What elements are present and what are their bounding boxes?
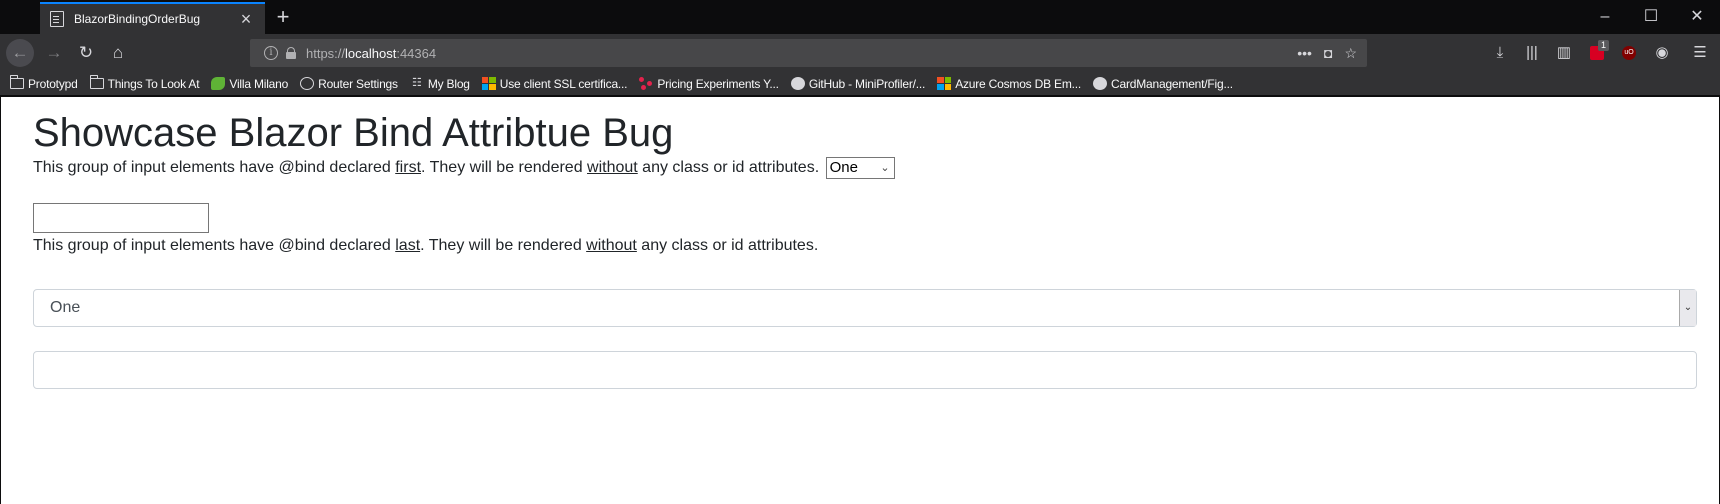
folder-icon xyxy=(10,75,24,89)
bookmarks-toolbar: Prototypd Things To Look At Villa Milano… xyxy=(0,72,1720,96)
page-actions-icon[interactable]: ••• xyxy=(1297,45,1312,61)
downloads-icon[interactable]: ⤓ xyxy=(1490,43,1510,63)
bookmark-label: GitHub - MiniProfiler/... xyxy=(808,76,926,91)
bookmark-item[interactable]: Azure Cosmos DB Em... xyxy=(937,77,1081,91)
leaf-icon xyxy=(211,77,226,90)
bookmark-label: CardManagement/Fig... xyxy=(1111,76,1233,91)
minimize-icon[interactable]: – xyxy=(1582,4,1628,30)
bookmark-label: Router Settings xyxy=(318,76,398,91)
reload-icon[interactable]: ↻ xyxy=(72,39,100,67)
extension-badge: 1 xyxy=(1598,40,1610,51)
bookmark-item[interactable]: Router Settings xyxy=(300,77,398,91)
page-viewport: Showcase Blazor Bind Attribtue Bug This … xyxy=(1,97,1719,504)
url-text[interactable]: https://localhost:44364 xyxy=(306,46,436,61)
bookmark-label: Prototypd xyxy=(28,76,78,91)
bookmark-label: Use client SSL certifica... xyxy=(499,76,628,91)
group1-select[interactable]: One ⌄ xyxy=(825,157,895,179)
bookmark-label: Azure Cosmos DB Em... xyxy=(955,76,1082,91)
active-tab[interactable]: BlazorBindingOrderBug × xyxy=(40,2,265,34)
blog-icon: ☷ xyxy=(411,77,422,89)
menu-icon[interactable]: ☰ xyxy=(1690,43,1710,63)
bookmark-item[interactable]: Pricing Experiments Y... xyxy=(639,76,779,91)
maximize-icon[interactable]: ☐ xyxy=(1628,4,1674,30)
folder-icon xyxy=(89,75,104,89)
chevron-down-icon[interactable]: ⌄ xyxy=(1679,290,1696,326)
chevron-down-icon: ⌄ xyxy=(880,162,890,174)
dots-icon xyxy=(639,77,653,90)
page-icon xyxy=(50,11,64,27)
bookmark-item[interactable]: Use client SSL certifica... xyxy=(481,76,628,91)
page-title: Showcase Blazor Bind Attribtue Bug xyxy=(33,111,674,155)
github-icon xyxy=(1093,77,1108,90)
bookmark-item[interactable]: Things To Look At xyxy=(89,75,200,91)
site-info-icon[interactable]: i xyxy=(264,46,278,60)
group1-input[interactable] xyxy=(33,203,209,233)
microsoft-icon xyxy=(481,77,496,90)
library-icon[interactable]: ||| xyxy=(1522,43,1542,63)
globe-icon xyxy=(300,77,315,90)
back-icon[interactable]: ← xyxy=(6,39,34,67)
url-bar[interactable]: i https://localhost:44364 ••• ◘ ☆ xyxy=(250,39,1367,67)
group1-description: This group of input elements have @bind … xyxy=(33,157,895,179)
microsoft-icon xyxy=(937,77,952,90)
lock-icon[interactable] xyxy=(286,47,296,59)
ublock-icon[interactable]: uO xyxy=(1622,46,1636,60)
group2-description: This group of input elements have @bind … xyxy=(33,237,819,254)
tab-title: BlazorBindingOrderBug xyxy=(74,12,201,26)
bookmark-item[interactable]: Prototypd xyxy=(10,75,78,91)
bookmark-item[interactable]: CardManagement/Fig... xyxy=(1093,77,1233,91)
bookmark-label: Pricing Experiments Y... xyxy=(657,76,779,91)
account-icon[interactable]: ◉ xyxy=(1652,43,1672,63)
bookmark-star-icon[interactable]: ☆ xyxy=(1344,45,1357,62)
bookmark-label: Things To Look At xyxy=(107,76,200,91)
pocket-icon[interactable]: ◘ xyxy=(1324,45,1332,61)
bookmark-label: My Blog xyxy=(427,76,470,91)
home-icon[interactable]: ⌂ xyxy=(104,39,132,67)
bookmark-item[interactable]: ☷ My Blog xyxy=(410,77,470,91)
tab-strip: BlazorBindingOrderBug × + – ☐ ✕ xyxy=(0,0,1720,34)
close-tab-icon[interactable]: × xyxy=(237,10,255,28)
navigation-toolbar: ← → ↻ ⌂ i https://localhost:44364 ••• ◘ … xyxy=(0,34,1720,72)
forward-icon[interactable]: → xyxy=(40,39,68,67)
bookmark-item[interactable]: Villa Milano xyxy=(211,77,288,91)
group2-input[interactable] xyxy=(33,351,1697,389)
github-icon xyxy=(790,77,805,90)
sidebar-icon[interactable]: ▥ xyxy=(1554,43,1574,63)
bookmark-item[interactable]: GitHub - MiniProfiler/... xyxy=(790,76,926,91)
new-tab-button[interactable]: + xyxy=(272,4,294,30)
window-close-icon[interactable]: ✕ xyxy=(1674,4,1720,30)
bookmark-label: Villa Milano xyxy=(229,76,289,91)
group2-select[interactable]: One ⌄ xyxy=(33,289,1697,327)
